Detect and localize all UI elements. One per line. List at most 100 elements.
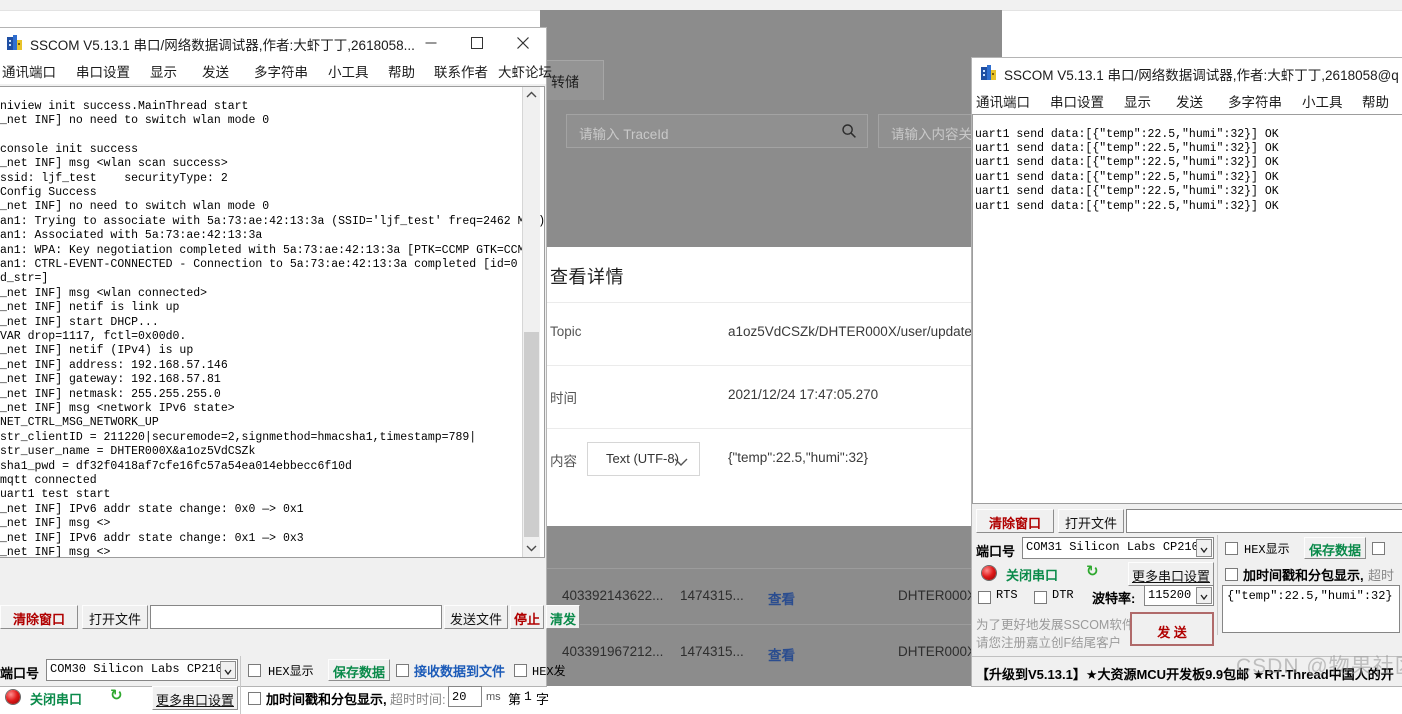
right-titlebar[interactable]: SSCOM V5.13.1 串口/网络数据调试器,作者:大虾丁丁,2618058… <box>972 58 1402 88</box>
scroll-up-icon[interactable] <box>523 87 540 104</box>
menu-display[interactable]: 显示 <box>150 61 177 81</box>
row-view-link[interactable]: 查看 <box>768 644 795 664</box>
app-icon <box>981 65 997 81</box>
left-send-file-button[interactable]: 发送文件 <box>444 605 508 629</box>
right-more-settings-button[interactable]: 更多串口设置 <box>1128 562 1214 586</box>
row-device: DHTER000X <box>898 588 977 603</box>
browser-content: 转储 请输入 TraceId 请输入内容关键 查看详情 Topic a1oz5V… <box>540 10 1002 686</box>
page-tabbar <box>540 60 1002 100</box>
combo-arrow-icon[interactable] <box>1196 539 1212 557</box>
menu-help[interactable]: 帮助 <box>388 61 415 81</box>
page-dim-overlay-lower <box>540 526 1002 568</box>
left-hex-display-label: HEX显示 <box>268 665 314 679</box>
detail-row-time: 时间 2021/12/24 17:47:05.270 <box>540 365 1002 428</box>
left-port-value: COM30 Silicon Labs CP210x <box>50 662 231 676</box>
close-button[interactable] <box>500 28 546 58</box>
left-open-file-button[interactable]: 打开文件 <box>82 605 148 629</box>
right-timestamp-checkbox[interactable] <box>1225 568 1238 581</box>
left-byte-index: 1 <box>524 689 532 704</box>
left-stop-button[interactable]: 停止 <box>510 605 544 629</box>
right-port-combo[interactable]: COM31 Silicon Labs CP210x <box>1022 537 1214 559</box>
left-clear-send-button[interactable]: 清发 <box>546 605 580 629</box>
right-dtr-checkbox[interactable] <box>1034 591 1047 604</box>
menu-help[interactable]: 帮助 <box>1362 91 1389 111</box>
page-dim-overlay-mid <box>540 162 1002 247</box>
left-recv-to-file-label: 接收数据到文件 <box>414 664 506 679</box>
refresh-icon[interactable]: ↻ <box>1086 562 1099 580</box>
left-recv-to-file-checkbox[interactable] <box>396 664 409 677</box>
menu-comm-port[interactable]: 通讯端口 <box>2 61 56 81</box>
right-recv-to-file-checkbox[interactable] <box>1372 542 1385 555</box>
sscom-window-right[interactable]: SSCOM V5.13.1 串口/网络数据调试器,作者:大虾丁丁,2618058… <box>972 58 1402 686</box>
left-close-port-button[interactable]: 关闭串口 <box>30 689 82 708</box>
chevron-down-icon <box>673 454 689 472</box>
menu-port-settings[interactable]: 串口设置 <box>1050 91 1104 111</box>
detail-title: 查看详情 <box>550 267 624 287</box>
content-encoding-select[interactable]: Text (UTF-8) <box>587 442 700 476</box>
search-icon[interactable] <box>841 123 857 139</box>
detail-value-topic: a1oz5VdCSZk/DHTER000X/user/update <box>728 324 972 339</box>
minimize-button[interactable] <box>408 28 454 58</box>
detail-row-topic: Topic a1oz5VdCSZk/DHTER000X/user/update <box>540 302 1002 365</box>
page-dim-overlay-top <box>540 10 1002 60</box>
right-send-button[interactable]: 发 送 <box>1130 612 1214 646</box>
scroll-thumb[interactable] <box>524 332 539 537</box>
left-menubar[interactable]: 通讯端口 串口设置 显示 发送 多字符串 小工具 帮助 联系作者 大虾论坛 <box>0 58 552 84</box>
menu-multistring[interactable]: 多字符串 <box>1228 91 1282 111</box>
refresh-icon[interactable]: ↻ <box>110 686 123 704</box>
left-port-combo[interactable]: COM30 Silicon Labs CP210x <box>46 659 238 681</box>
left-hex-send-checkbox[interactable] <box>514 664 527 677</box>
menu-display[interactable]: 显示 <box>1124 91 1151 111</box>
right-open-file-button[interactable]: 打开文件 <box>1058 509 1124 533</box>
left-hex-display-checkbox[interactable] <box>248 664 261 677</box>
menu-tools[interactable]: 小工具 <box>1302 91 1343 111</box>
menu-comm-port[interactable]: 通讯端口 <box>976 91 1030 111</box>
menu-send[interactable]: 发送 <box>202 61 229 81</box>
left-window-title: SSCOM V5.13.1 串口/网络数据调试器,作者:大虾丁丁,2618058… <box>30 38 415 53</box>
scroll-down-icon[interactable] <box>523 540 540 557</box>
right-save-data-button[interactable]: 保存数据 <box>1304 537 1366 559</box>
right-menubar[interactable]: 通讯端口 串口设置 显示 发送 多字符串 小工具 帮助 联系( <box>972 88 1402 114</box>
tab-dump-label: 转储 <box>551 74 579 90</box>
left-titlebar[interactable]: SSCOM V5.13.1 串口/网络数据调试器,作者:大虾丁丁,2618058… <box>0 28 546 58</box>
row-view-link[interactable]: 查看 <box>768 588 795 608</box>
page-filterbar: 请输入 TraceId 请输入内容关键 <box>540 100 1002 162</box>
right-file-path-input[interactable] <box>1126 509 1402 533</box>
table-row[interactable]: 403392143622... 1474315... 查看 DHTER000X <box>540 568 1002 624</box>
menu-forum[interactable]: 大虾论坛 <box>498 61 552 81</box>
right-window-title: SSCOM V5.13.1 串口/网络数据调试器,作者:大虾丁丁,2618058… <box>1004 68 1399 83</box>
right-hex-display-checkbox[interactable] <box>1225 542 1238 555</box>
right-promo-line1: 为了更好地发展SSCOM软件 <box>976 618 1135 632</box>
menu-send[interactable]: 发送 <box>1176 91 1203 111</box>
left-clear-window-button[interactable]: 清除窗口 <box>0 605 78 629</box>
left-timeout-input[interactable]: 20 <box>448 686 482 707</box>
right-baud-combo[interactable]: 115200 <box>1144 585 1214 606</box>
maximize-button[interactable] <box>454 28 500 58</box>
menu-tools[interactable]: 小工具 <box>328 61 369 81</box>
right-log-area[interactable]: uart1 send data:[{"temp":22.5,"humi":32}… <box>972 114 1402 504</box>
combo-arrow-icon[interactable] <box>220 661 236 679</box>
left-log-scrollbar[interactable] <box>522 87 540 557</box>
menu-port-settings[interactable]: 串口设置 <box>76 61 130 81</box>
left-save-data-button[interactable]: 保存数据 <box>328 659 390 681</box>
right-send-text-value: {"temp":22.5,"humi":32} <box>1227 589 1393 603</box>
menu-multistring[interactable]: 多字符串 <box>254 61 308 81</box>
right-rts-label: RTS <box>996 588 1018 602</box>
left-timestamp-checkbox[interactable] <box>248 692 261 705</box>
right-send-textarea[interactable]: {"temp":22.5,"humi":32} <box>1222 585 1400 633</box>
detail-label-topic: Topic <box>550 324 582 339</box>
left-log-area[interactable]: niview init success.MainThread start _ne… <box>0 86 545 558</box>
sscom-window-left[interactable]: SSCOM V5.13.1 串口/网络数据调试器,作者:大虾丁丁,2618058… <box>0 28 580 714</box>
right-clear-window-button[interactable]: 清除窗口 <box>976 509 1054 533</box>
right-rts-checkbox[interactable] <box>978 591 991 604</box>
tab-dump[interactable]: 转储 <box>544 60 604 100</box>
detail-label-content: 内容 <box>550 454 577 469</box>
menu-contact[interactable]: 联系作者 <box>434 61 488 81</box>
table-row[interactable]: 403391967212... 1474315... 查看 DHTER000X <box>540 624 1002 680</box>
left-more-settings-button[interactable]: 更多串口设置 <box>152 686 238 710</box>
left-file-path-input[interactable] <box>150 605 442 629</box>
traceid-search-input[interactable]: 请输入 TraceId <box>566 114 868 148</box>
combo-arrow-icon[interactable] <box>1196 587 1212 604</box>
left-toolbar-divider <box>240 656 241 714</box>
right-close-port-button[interactable]: 关闭串口 <box>1006 565 1058 584</box>
